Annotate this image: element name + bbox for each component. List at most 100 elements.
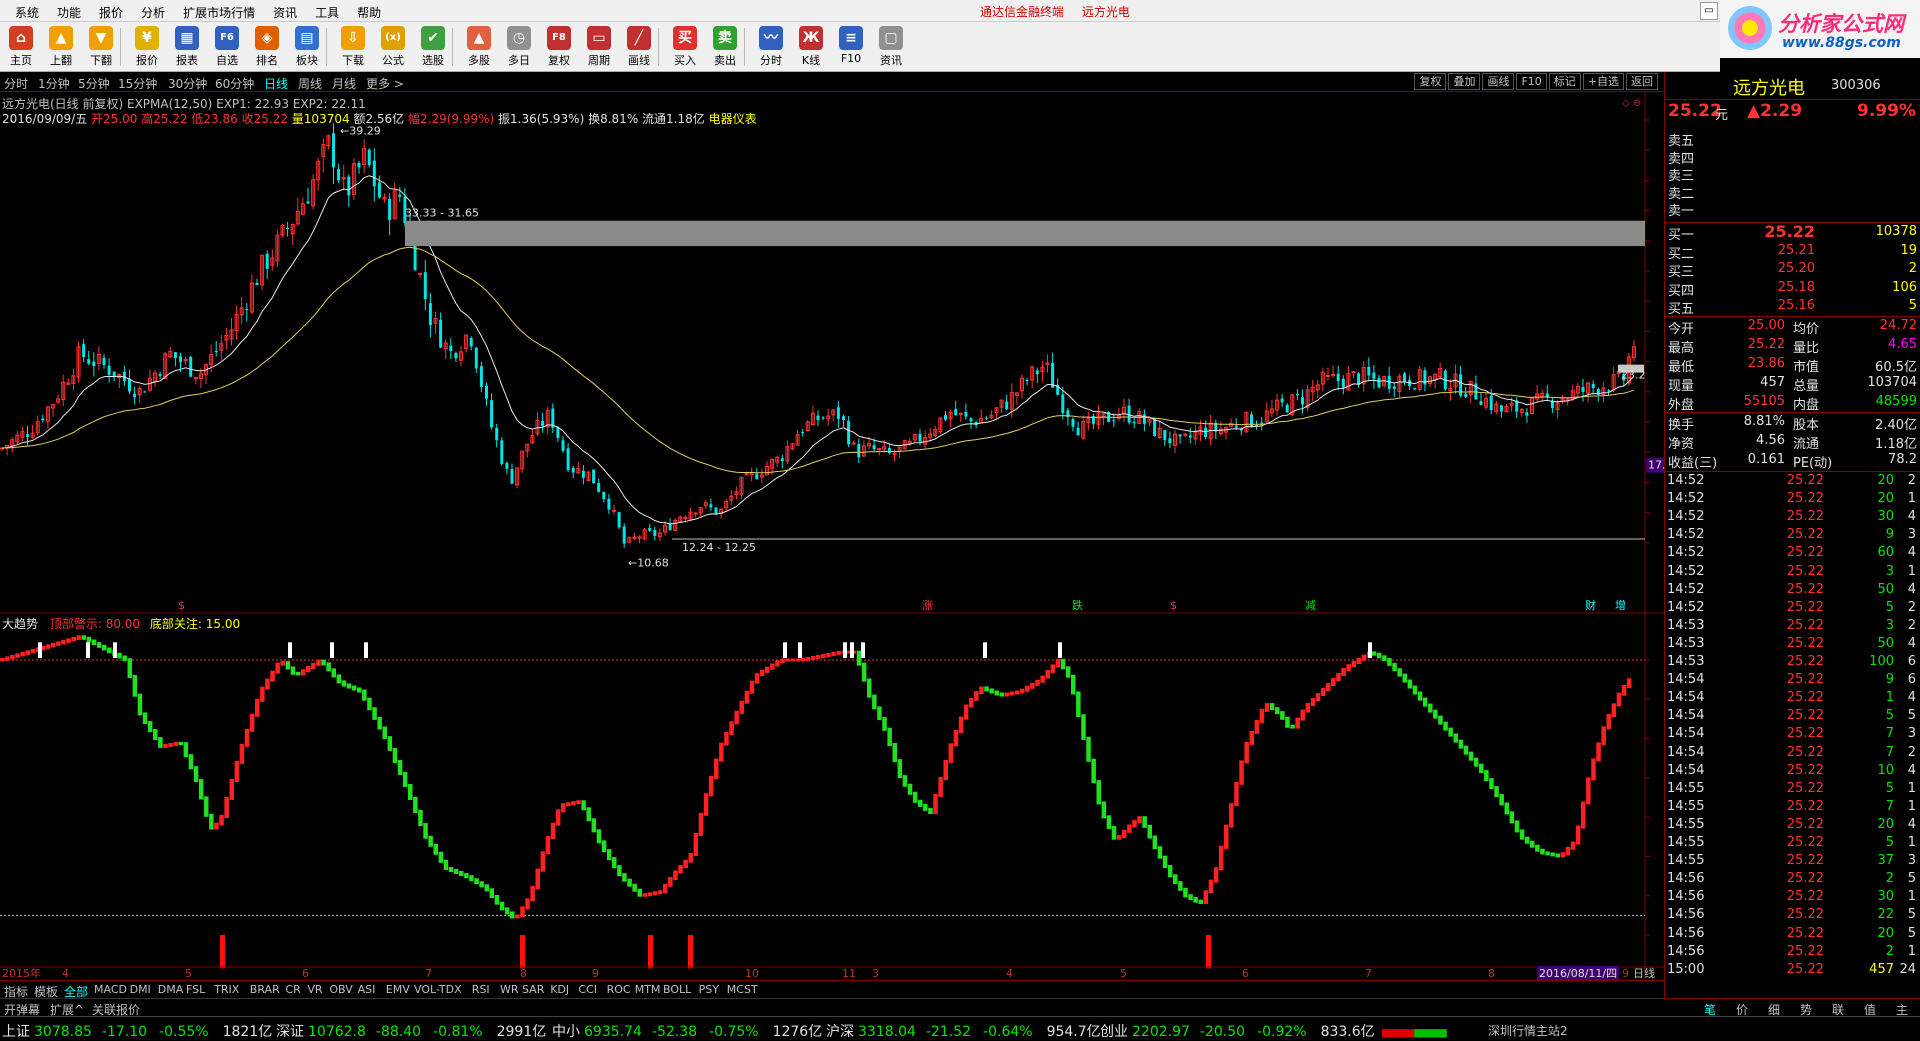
toolbar-button-18[interactable]: 〰分时	[752, 24, 790, 70]
toolbar-button-1[interactable]: ▲ 上翻	[42, 24, 80, 70]
indicator-tab-10[interactable]: VR	[307, 983, 322, 996]
toolbar-button-15[interactable]: ╱ 画线	[620, 24, 658, 70]
chart-tool-5[interactable]: +自选	[1582, 73, 1624, 90]
period-tab-1[interactable]: 1分钟	[38, 75, 70, 92]
chart-area[interactable]: 40.0038.0036.0034.0032.0030.0028.0026.00…	[0, 92, 1664, 980]
indicator-tab-21[interactable]: MTM	[635, 983, 661, 996]
toolbar-button-9[interactable]: (x) 公式	[374, 24, 412, 70]
indicator-tab-23[interactable]: PSY	[699, 983, 719, 996]
chart-tool-0[interactable]: 复权	[1414, 73, 1447, 90]
quote-tab-6[interactable]: 主	[1896, 1001, 1908, 1018]
indicator-tab-14[interactable]: VOL-TDX	[414, 983, 462, 996]
period-tab-6[interactable]: 日线	[264, 75, 288, 92]
indicator-tab-9[interactable]: CR	[285, 983, 300, 996]
period-tab-0[interactable]: 分时	[4, 75, 28, 92]
period-tab-2[interactable]: 5分钟	[78, 75, 110, 92]
index-1[interactable]: 深证 10762.8 -88.40 -0.81% 2991亿	[276, 1021, 546, 1041]
ask-level-3[interactable]: 卖三	[1668, 165, 1694, 184]
indicator-tab-8[interactable]: BRAR	[250, 983, 280, 996]
indicator-tab-4[interactable]: DMI	[130, 983, 151, 996]
index-4[interactable]: 创业 2202.97 -20.50 -0.92% 833.6亿	[1100, 1021, 1375, 1041]
quote-tab-0[interactable]: 笔	[1704, 1001, 1716, 1018]
toolbar-button-0[interactable]: ⌂ 主页	[2, 24, 40, 70]
toolbar-button-11[interactable]: ▲ 多股	[460, 24, 498, 70]
toolbar-button-2[interactable]: ▼ 下翻	[82, 24, 120, 70]
toolbar-button-19[interactable]: Ж K线	[792, 24, 830, 70]
chart-tool-2[interactable]: 画线	[1482, 73, 1515, 90]
index-2[interactable]: 中小 6935.74 -52.38 -0.75% 1276亿	[552, 1021, 822, 1041]
bid-level-5[interactable]: 买五	[1668, 298, 1694, 317]
indicator-tab-22[interactable]: BOLL	[663, 983, 691, 996]
indicator-tab-3[interactable]: MACD	[94, 983, 127, 996]
indicator-tab-5[interactable]: DMA	[158, 983, 184, 996]
indicator-tab-6[interactable]: FSL	[186, 983, 205, 996]
toolbar-button-10[interactable]: ✔ 选股	[414, 24, 452, 70]
menu-item-2[interactable]: 报价	[90, 2, 132, 23]
server-name[interactable]: 深圳行情主站2	[1488, 1022, 1568, 1039]
menu-item-6[interactable]: 工具	[306, 2, 348, 23]
index-3[interactable]: 沪深 3318.04 -21.52 -0.64% 954.7亿	[826, 1021, 1101, 1041]
indicator-tab-17[interactable]: SAR	[522, 983, 544, 996]
quote-tab-4[interactable]: 联	[1832, 1001, 1844, 1018]
bid-level-2[interactable]: 买二	[1668, 243, 1694, 262]
quote-tab-1[interactable]: 价	[1736, 1001, 1748, 1018]
indicator-tab-20[interactable]: ROC	[607, 983, 631, 996]
toolbar-button-7[interactable]: ▤ 板块	[288, 24, 326, 70]
menu-item-3[interactable]: 分析	[132, 2, 174, 23]
indicator-tab-19[interactable]: CCI	[578, 983, 597, 996]
chart-tool-6[interactable]: 返回	[1626, 73, 1658, 90]
indicator-step	[734, 710, 739, 725]
period-tab-3[interactable]: 15分钟	[118, 75, 157, 92]
restore-button[interactable]: ▭	[1700, 2, 1718, 20]
toolbar-icon-11: ▲	[467, 26, 491, 50]
period-tab-4[interactable]: 30分钟	[168, 75, 207, 92]
toolbar-button-3[interactable]: ¥ 报价	[128, 24, 166, 70]
toolbar-button-12[interactable]: ◷ 多日	[500, 24, 538, 70]
indicator-tab-7[interactable]: TRIX	[214, 983, 239, 996]
quote-tab-5[interactable]: 值	[1864, 1001, 1876, 1018]
toolbar-button-14[interactable]: ▭ 周期	[580, 24, 618, 70]
ask-level-1[interactable]: 卖一	[1668, 200, 1694, 219]
period-tab-7[interactable]: 周线	[298, 75, 322, 92]
toolbar-button-21[interactable]: ▢ 资讯	[872, 24, 910, 70]
menu-item-0[interactable]: 系统	[6, 2, 48, 23]
indicator-tab-16[interactable]: WR	[500, 983, 519, 996]
ask-level-5[interactable]: 卖五	[1668, 130, 1694, 149]
toolbar-button-4[interactable]: ▦ 报表	[168, 24, 206, 70]
candle-body	[82, 344, 86, 358]
ask-level-4[interactable]: 卖四	[1668, 148, 1694, 167]
menu-item-7[interactable]: 帮助	[348, 2, 390, 23]
quote-tab-2[interactable]: 细	[1768, 1001, 1780, 1018]
bid-level-1[interactable]: 买一	[1668, 224, 1694, 243]
toolbar-button-5[interactable]: F6 自选	[208, 24, 246, 70]
indicator-tab-18[interactable]: KDJ	[550, 983, 569, 996]
toolbar-button-13[interactable]: F8 复权	[540, 24, 578, 70]
toolbar-button-17[interactable]: 卖卖出	[706, 24, 744, 70]
chart-tool-3[interactable]: F10	[1516, 73, 1547, 90]
period-tab-9[interactable]: 更多 >	[366, 75, 404, 92]
period-tab-8[interactable]: 月线	[332, 75, 356, 92]
toolbar-button-16[interactable]: 买买入	[666, 24, 704, 70]
indicator-tab-11[interactable]: OBV	[329, 983, 352, 996]
indicator-tab-24[interactable]: MCST	[727, 983, 758, 996]
quote-tab-3[interactable]: 势	[1800, 1001, 1812, 1018]
bid-level-3[interactable]: 买三	[1668, 261, 1694, 280]
indicator-tab-15[interactable]: RSI	[472, 983, 490, 996]
indicator-tab-13[interactable]: EMV	[386, 983, 410, 996]
ask-level-2[interactable]: 卖二	[1668, 183, 1694, 202]
indicator-tab-12[interactable]: ASI	[358, 983, 376, 996]
indicator-name[interactable]: 大趋势	[2, 617, 38, 631]
index-0[interactable]: 上证 3078.85 -17.10 -0.55% 1821亿	[2, 1021, 272, 1041]
bid-level-4[interactable]: 买四	[1668, 280, 1694, 299]
chart-tool-4[interactable]: 标记	[1548, 73, 1581, 90]
menu-item-5[interactable]: 资讯	[264, 2, 306, 23]
menu-item-4[interactable]: 扩展市场行情	[174, 2, 264, 23]
toolbar-button-20[interactable]: ≡ F10	[832, 24, 870, 70]
period-tab-5[interactable]: 60分钟	[215, 75, 254, 92]
tick-volume: 9	[1885, 527, 1894, 543]
menu-item-1[interactable]: 功能	[48, 2, 90, 23]
indicator-step	[647, 892, 653, 897]
toolbar-button-6[interactable]: ◈ 排名	[248, 24, 286, 70]
toolbar-button-8[interactable]: ⇩ 下载	[334, 24, 372, 70]
chart-tool-1[interactable]: 叠加	[1448, 73, 1481, 90]
